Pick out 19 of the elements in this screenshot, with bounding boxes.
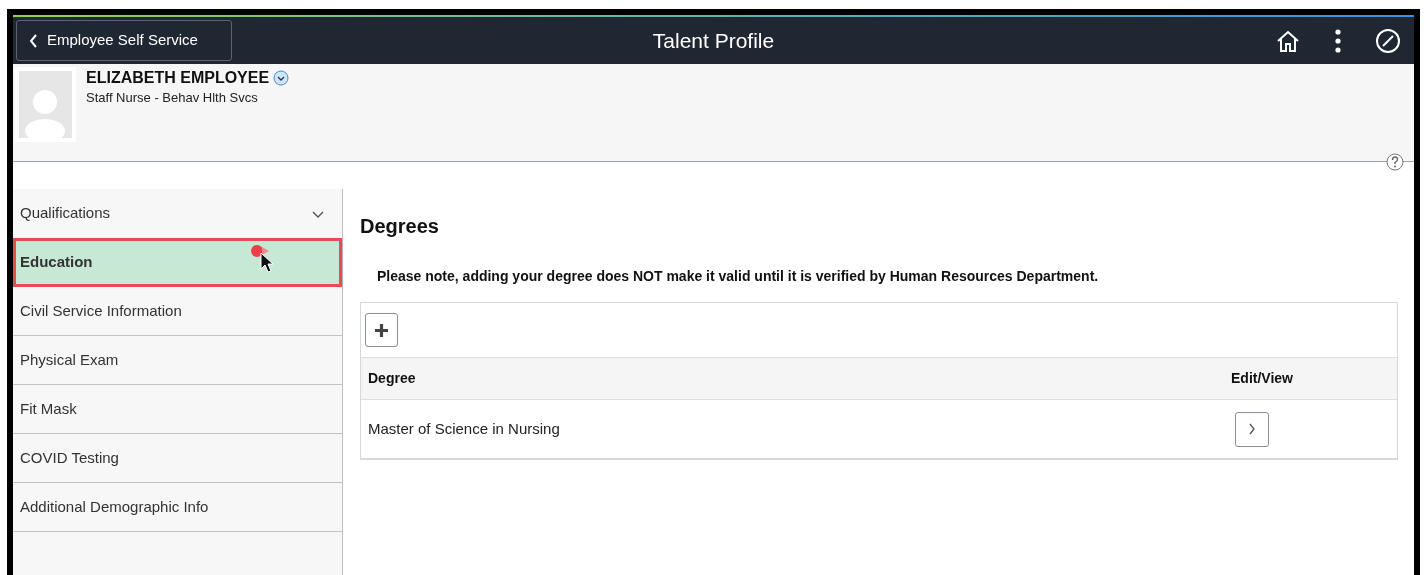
page-title: Talent Profile <box>652 27 775 54</box>
job-title: Staff Nurse - Behav Hlth Svcs <box>86 89 259 107</box>
dropdown-icon[interactable] <box>273 70 290 86</box>
more-options-icon[interactable] <box>1335 28 1341 53</box>
chevron-left-icon <box>29 33 38 48</box>
back-button[interactable]: Employee Self Service <box>16 20 232 61</box>
plus-icon <box>374 322 389 338</box>
column-header: Edit/View <box>1231 369 1293 388</box>
column-header: Degree <box>368 369 416 388</box>
note-text: Please note, adding your degree does NOT make it valid until it is verified by Human Resources Department. <box>377 267 1100 286</box>
help-icon[interactable] <box>1386 153 1404 171</box>
add-button[interactable] <box>365 313 398 347</box>
home-icon[interactable] <box>1275 28 1301 53</box>
edit-view-button[interactable] <box>1235 411 1269 447</box>
sidebar-item[interactable]: Education <box>13 238 342 287</box>
chevron-right-icon <box>1248 423 1256 435</box>
section-title: Degrees <box>360 214 440 239</box>
employee-name: ELIZABETH EMPLOYEE <box>86 68 270 88</box>
table-cell-text: Master of Science in Nursing <box>368 418 560 439</box>
